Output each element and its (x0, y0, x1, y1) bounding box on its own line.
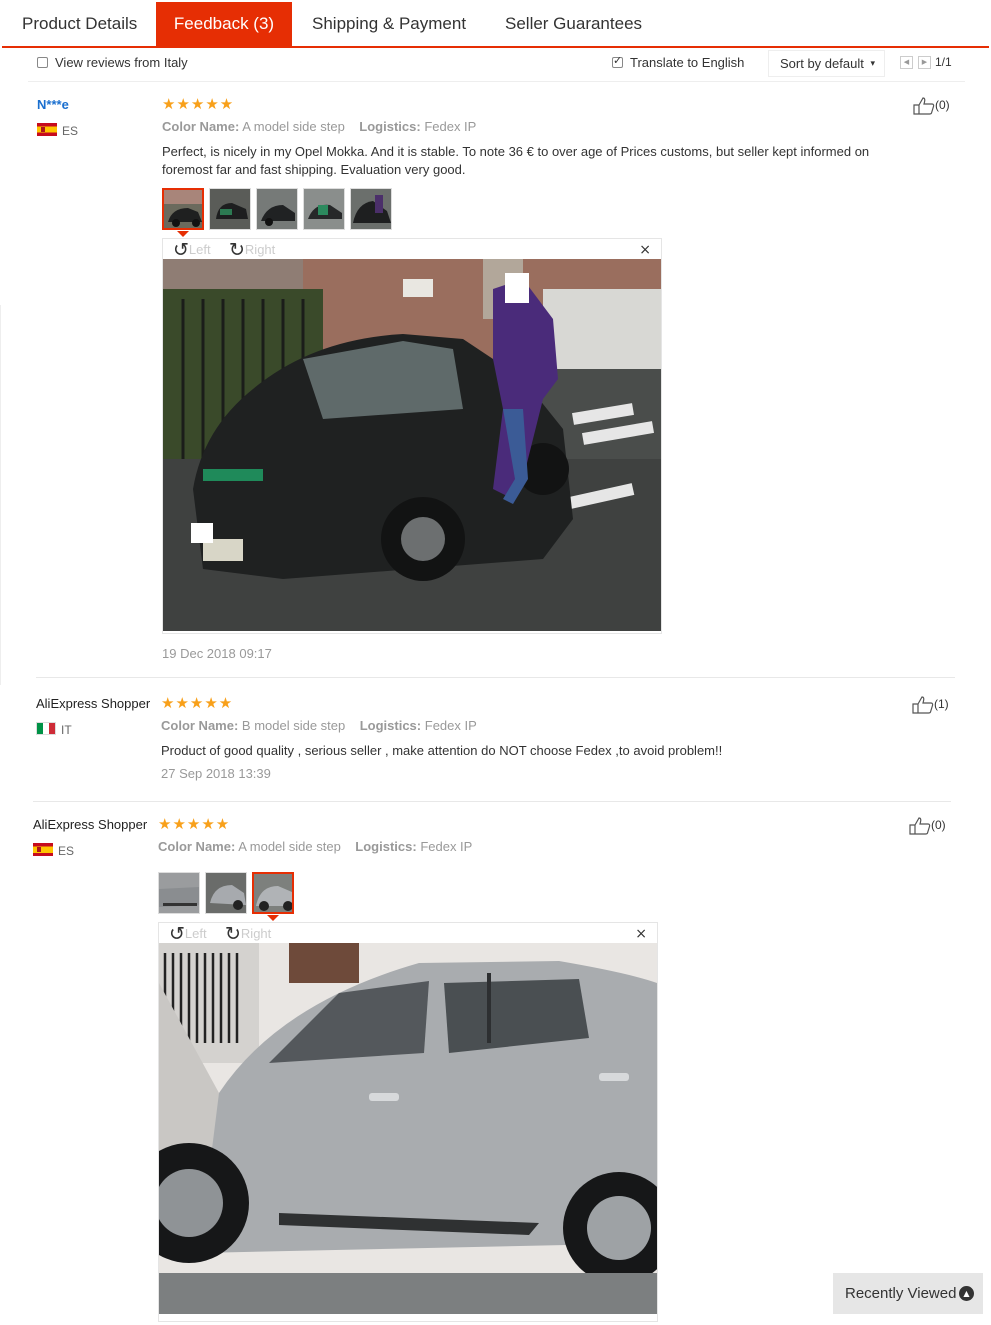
flag-spain-icon (37, 123, 57, 136)
reviewer-name: AliExpress Shopper (33, 817, 148, 832)
helpful-count: (1) (934, 697, 949, 712)
rotate-right-icon: ↻ (229, 239, 245, 261)
star-rating: ★★★★★ (158, 815, 231, 833)
recently-viewed-button[interactable]: Recently Viewed ▲ (833, 1273, 983, 1314)
sort-dropdown-label: Sort by default (780, 56, 864, 71)
review-photo-strip (162, 188, 392, 230)
color-name-value: A model side step (242, 119, 345, 134)
close-icon[interactable]: × (639, 242, 651, 258)
logistics-value: Fedex IP (424, 718, 477, 733)
translate-checkbox[interactable] (612, 54, 623, 68)
color-name-value: A model side step (238, 839, 341, 854)
divider (0, 305, 1, 685)
sort-dropdown[interactable]: Sort by default ▾ (768, 50, 885, 77)
logistics-value: Fedex IP (424, 119, 477, 134)
logistics-label: Logistics: (359, 718, 422, 733)
review-photo-large (159, 943, 657, 1314)
thumbs-up-icon (913, 97, 935, 115)
reviewer-name: AliExpress Shopper (36, 696, 151, 711)
reviewer-country: ES (58, 844, 75, 858)
reviewer-name[interactable]: N***e (37, 97, 69, 112)
review-meta: Color Name: A model side step Logistics:… (162, 119, 476, 134)
review-photo-thumb[interactable] (252, 872, 294, 914)
review-photo-viewer: ↺Left ↻Right × (162, 238, 662, 634)
review-photo-thumb[interactable] (350, 188, 392, 230)
selected-thumb-caret (267, 915, 279, 921)
review-photo-thumb[interactable] (205, 872, 247, 914)
star-rating: ★★★★★ (161, 694, 234, 712)
thumbs-up-icon (912, 696, 934, 714)
recently-viewed-label: Recently Viewed (845, 1285, 957, 1302)
rotate-right-button[interactable]: ↻Right (229, 239, 275, 261)
review-text: Perfect, is nicely in my Opel Mokka. And… (162, 144, 870, 177)
rotate-left-icon: ↺ (173, 239, 189, 261)
chevron-down-icon: ▾ (870, 58, 875, 68)
prev-page-icon[interactable]: ◀ (900, 56, 913, 69)
review-photo-thumb[interactable] (162, 188, 204, 230)
rotate-left-button[interactable]: ↺Left (169, 923, 207, 945)
thumbs-up-icon (909, 817, 931, 835)
tab-shipping-payment[interactable]: Shipping & Payment (292, 2, 485, 46)
review-photo-thumb[interactable] (209, 188, 251, 230)
logistics-label: Logistics: (355, 839, 417, 854)
tab-seller-guarantees[interactable]: Seller Guarantees (485, 2, 660, 46)
review-meta: Color Name: A model side step Logistics:… (158, 839, 472, 854)
tab-feedback[interactable]: Feedback (3) (156, 2, 292, 46)
divider (36, 677, 955, 678)
translate-label[interactable]: Translate to English (630, 55, 744, 70)
helpful-button[interactable]: (0) (913, 97, 950, 115)
review-photo-large (163, 259, 661, 631)
color-name-label: Color Name: (158, 839, 236, 854)
reviewer-country: IT (61, 723, 72, 737)
review-date: 27 Sep 2018 13:39 (161, 766, 271, 781)
rotate-left-label: Left (188, 242, 211, 257)
rotate-left-button[interactable]: ↺Left (173, 239, 211, 261)
view-country-checkbox[interactable] (37, 57, 48, 68)
helpful-button[interactable]: (1) (912, 696, 949, 714)
logistics-value: Fedex IP (420, 839, 473, 854)
review-date: 19 Dec 2018 09:17 (162, 646, 272, 661)
rotate-right-icon: ↻ (225, 923, 241, 945)
filter-bar: View reviews from Italy Translate to Eng… (28, 48, 965, 82)
color-name-label: Color Name: (162, 119, 240, 134)
tab-product-details[interactable]: Product Details (2, 2, 156, 46)
rotate-right-button[interactable]: ↻Right (225, 923, 271, 945)
divider (33, 801, 951, 802)
view-country-label[interactable]: View reviews from Italy (55, 55, 188, 70)
flag-spain-icon (33, 843, 53, 856)
review-photo-viewer: ↺Left ↻Right × (158, 922, 658, 1322)
helpful-button[interactable]: (0) (909, 817, 946, 835)
selected-thumb-caret (177, 231, 189, 237)
review-photo-thumb[interactable] (303, 188, 345, 230)
color-name-label: Color Name: (161, 718, 239, 733)
star-rating: ★★★★★ (162, 95, 235, 113)
review-photo-thumb[interactable] (158, 872, 200, 914)
review-text: Product of good quality , serious seller… (161, 743, 723, 758)
reviewer-country: ES (62, 124, 79, 138)
helpful-count: (0) (935, 98, 950, 113)
helpful-count: (0) (931, 818, 946, 833)
page-indicator: 1/1 (935, 55, 952, 69)
color-name-value: B model side step (241, 718, 346, 733)
flag-italy-icon (36, 722, 56, 735)
tab-bar: Product Details Feedback (3) Shipping & … (2, 2, 989, 48)
next-page-icon[interactable]: ▶ (918, 56, 931, 69)
rotate-left-icon: ↺ (169, 923, 185, 945)
rotate-right-label: Right (244, 242, 276, 257)
review-photo-thumb[interactable] (256, 188, 298, 230)
chevron-up-icon: ▲ (959, 1286, 974, 1301)
review-meta: Color Name: B model side step Logistics:… (161, 718, 477, 733)
rotate-left-label: Left (184, 926, 207, 941)
rotate-right-label: Right (240, 926, 272, 941)
logistics-label: Logistics: (359, 119, 421, 134)
close-icon[interactable]: × (635, 926, 647, 942)
review-photo-strip (158, 872, 294, 914)
